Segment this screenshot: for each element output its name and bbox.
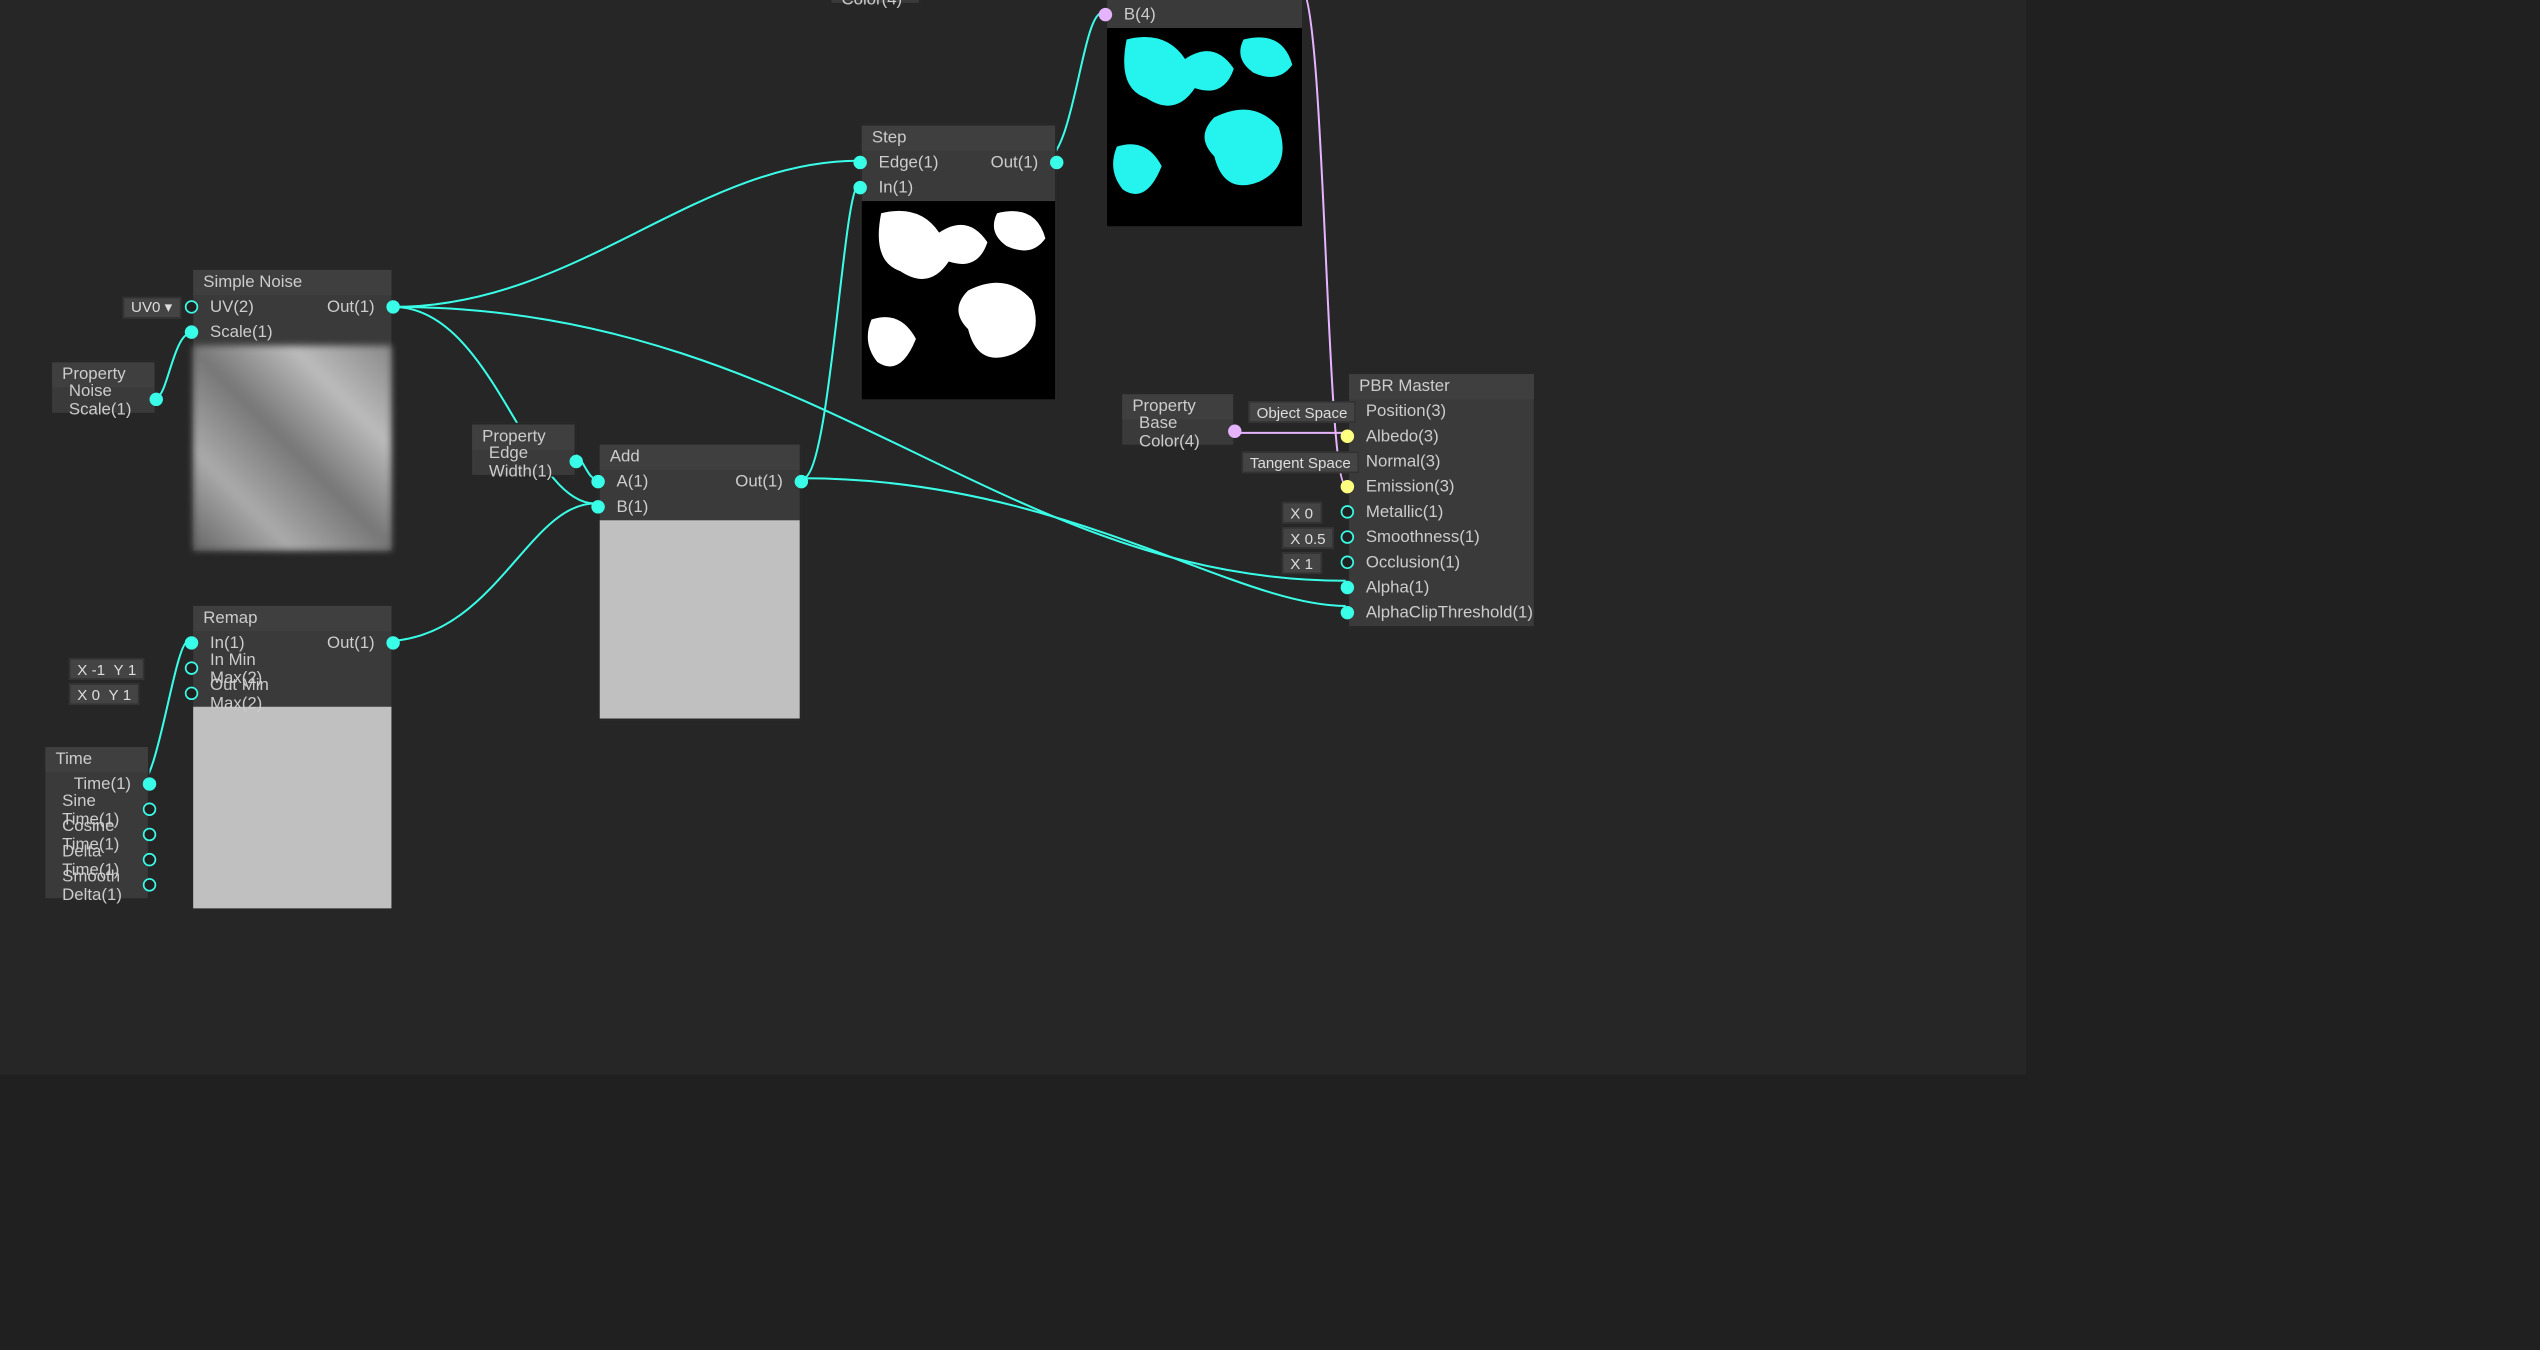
port-in-albedo: Albedo(3) [1366, 428, 1439, 446]
port-in-scale: Scale(1) [210, 324, 273, 342]
node-time[interactable]: Time Time(1) Sine Time(1) Cosine Time(1)… [44, 745, 150, 900]
port-in-smoothness: Smoothness(1) [1366, 529, 1480, 547]
port-out: Out(1) [327, 635, 375, 653]
node-title: Simple Noise [193, 270, 391, 295]
port-out-minmax: Out Min Max(2) [210, 676, 276, 713]
input-port-icon[interactable] [1341, 530, 1354, 543]
input-port-icon[interactable] [185, 300, 198, 313]
input-port-icon[interactable] [1099, 8, 1112, 21]
input-port-icon[interactable] [185, 687, 198, 700]
input-port-icon[interactable] [1341, 430, 1354, 443]
graph-canvas[interactable]: Dissolve + Shader Graphs ▾ Base Color Co… [0, 0, 2026, 1075]
node-property-edge-width[interactable]: Property Edge Width(1) [470, 423, 576, 477]
node-property-noise-scale[interactable]: Property Noise Scale(1) [50, 361, 156, 415]
node-pbr-master[interactable]: PBR Master Object Space Position(3) Albe… [1347, 372, 1535, 627]
port-in-b: B(1) [617, 498, 649, 516]
node-preview [600, 520, 800, 718]
output-port-icon[interactable] [386, 636, 399, 649]
output-port-icon[interactable] [143, 878, 156, 891]
node-preview [193, 707, 391, 909]
node-property-base-color[interactable]: Property Base Color(4) [1121, 393, 1235, 447]
node-multiply[interactable]: Multiply A(4) B(4) Out(4) [1105, 0, 1303, 228]
input-port-icon[interactable] [185, 636, 198, 649]
port-out: Out(1) [327, 299, 375, 317]
node-preview [862, 201, 1055, 399]
port-out-edge-color: Edge Color(4) [841, 0, 902, 9]
input-port-icon[interactable] [1341, 480, 1354, 493]
output-port-icon[interactable] [570, 455, 583, 468]
port-in-b: B(4) [1124, 6, 1156, 24]
port-out-base-color: Base Color(4) [1139, 414, 1216, 451]
node-simple-noise[interactable]: Simple Noise UV0 ▾ UV(2) Scale(1) Out(1) [192, 268, 394, 552]
node-title: Add [600, 445, 800, 470]
node-title: PBR Master [1349, 374, 1534, 399]
node-title: Remap [193, 606, 391, 631]
port-in-normal: Normal(3) [1366, 453, 1441, 471]
input-port-icon[interactable] [1341, 505, 1354, 518]
output-port-icon[interactable] [150, 393, 163, 406]
input-port-icon[interactable] [185, 325, 198, 338]
node-property-edge-color[interactable]: Property Edge Color(4) [830, 0, 921, 5]
output-port-icon[interactable] [1050, 156, 1063, 169]
port-out-smoothdelta: Smooth Delta(1) [62, 867, 131, 904]
port-in-a: A(1) [617, 473, 649, 491]
input-port-icon[interactable] [185, 661, 198, 674]
port-in-uv: UV(2) [210, 299, 254, 317]
space-dropdown[interactable]: Object Space [1248, 401, 1356, 423]
input-port-icon[interactable] [1341, 581, 1354, 594]
port-out: Out(1) [735, 473, 783, 491]
node-step[interactable]: Step Edge(1) In(1) Out(1) [860, 124, 1057, 401]
input-port-icon[interactable] [853, 156, 866, 169]
output-port-icon[interactable] [143, 777, 156, 790]
port-in-alpha: Alpha(1) [1366, 579, 1430, 597]
port-out: Out(1) [991, 154, 1039, 172]
node-remap[interactable]: Remap In(1) X -1 Y 1 In Min Max(2) X 0 Y [192, 604, 394, 910]
node-preview [1107, 28, 1302, 226]
port-in-metallic: Metallic(1) [1366, 503, 1443, 521]
input-port-icon[interactable] [1341, 556, 1354, 569]
output-port-icon[interactable] [1228, 425, 1241, 438]
input-port-icon[interactable] [591, 500, 604, 513]
output-port-icon[interactable] [386, 300, 399, 313]
output-port-icon[interactable] [143, 828, 156, 841]
input-port-icon[interactable] [591, 475, 604, 488]
port-in-emission: Emission(3) [1366, 478, 1455, 496]
port-in-occlusion: Occlusion(1) [1366, 554, 1460, 572]
port-in-in: In(1) [879, 179, 914, 197]
space-dropdown[interactable]: Tangent Space [1242, 451, 1360, 473]
input-port-icon[interactable] [853, 181, 866, 194]
port-in-edge: Edge(1) [879, 154, 939, 172]
input-port-icon[interactable] [1341, 606, 1354, 619]
port-in-alphaclip: AlphaClipThreshold(1) [1366, 604, 1533, 622]
node-add[interactable]: Add A(1) B(1) Out(1) [598, 443, 801, 720]
output-port-icon[interactable] [795, 475, 808, 488]
output-port-icon[interactable] [143, 803, 156, 816]
port-in-position: Position(3) [1366, 403, 1446, 421]
node-title: Step [862, 125, 1055, 150]
node-title: Time [45, 747, 147, 772]
output-port-icon[interactable] [143, 853, 156, 866]
port-out-noise-scale: Noise Scale(1) [69, 382, 138, 419]
node-preview [193, 346, 391, 551]
port-out-edge-width: Edge Width(1) [489, 444, 558, 481]
uv-dropdown[interactable]: UV0 ▾ [123, 297, 181, 319]
